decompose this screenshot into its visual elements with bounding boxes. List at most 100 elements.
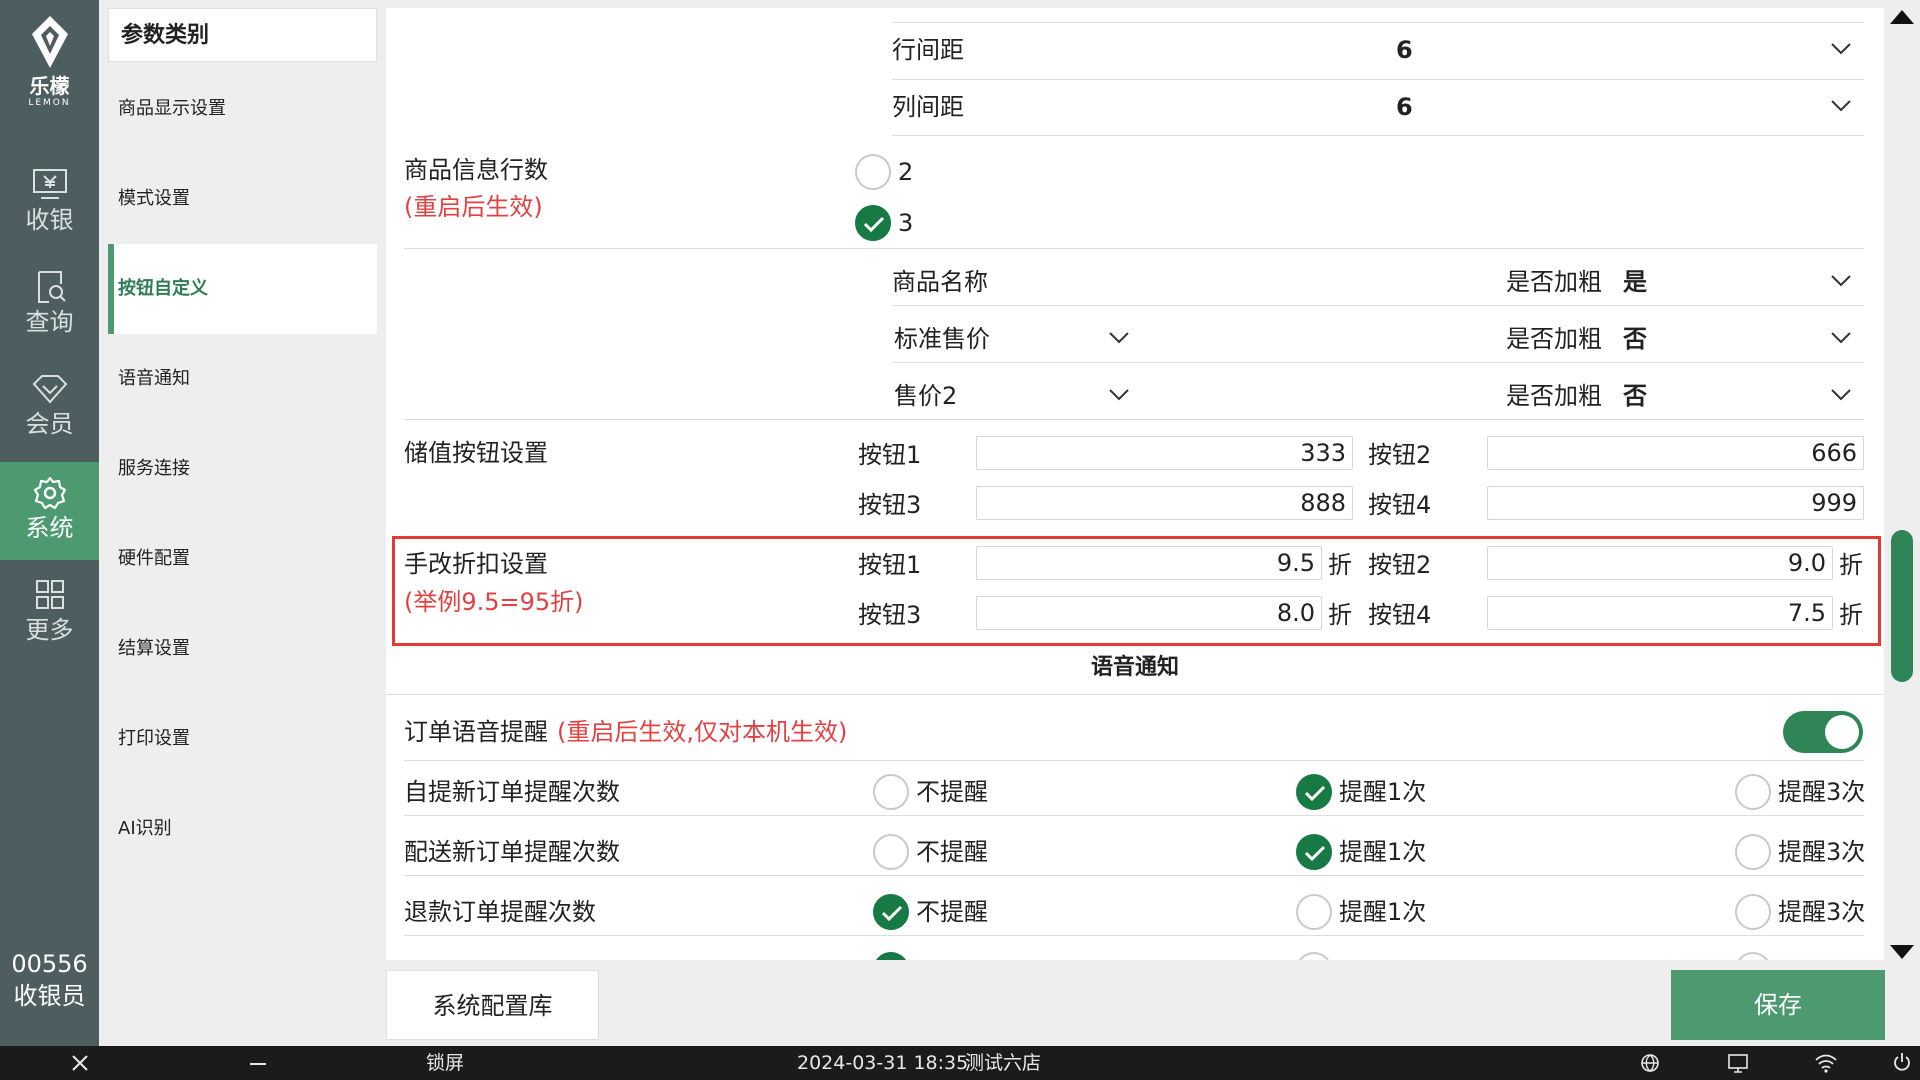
radio-remind-three[interactable] (1735, 774, 1771, 810)
field-name[interactable]: 标准售价 (894, 323, 990, 355)
radio-option-label: 2 (898, 158, 914, 186)
cashier-icon (32, 169, 67, 199)
radio-remind-once[interactable] (1296, 834, 1332, 870)
operator-id: 00556 (11, 950, 88, 978)
category-item-active[interactable]: 按钮自定义 (108, 244, 377, 334)
wifi-icon (1814, 1046, 1838, 1080)
chevron-down-icon[interactable] (1830, 99, 1852, 113)
category-item[interactable]: 服务连接 (108, 424, 377, 514)
radio-option-label: 提醒1次 (1339, 898, 1427, 926)
divider (386, 694, 1884, 695)
radio-remind-once[interactable] (1296, 894, 1332, 930)
minimize-icon[interactable] (248, 1046, 268, 1080)
discount-unit: 折 (1328, 551, 1352, 579)
radio-info-rows-2[interactable] (855, 154, 891, 190)
category-item[interactable]: 语音通知 (108, 334, 377, 424)
chevron-down-icon[interactable] (1108, 388, 1130, 402)
bold-label: 是否加粗 (1506, 325, 1602, 353)
button-label: 按钮1 (858, 441, 922, 469)
stored-value-label: 储值按钮设置 (404, 439, 548, 467)
discount-button-3-input[interactable] (976, 596, 1322, 630)
divider (892, 22, 1864, 23)
nav-item-query[interactable]: 查询 (0, 256, 99, 354)
power-icon[interactable] (1891, 1046, 1913, 1080)
bold-value[interactable]: 否 (1623, 380, 1647, 412)
radio-cutoff[interactable] (1296, 952, 1332, 960)
category-item[interactable]: 结算设置 (108, 604, 377, 694)
operator-role: 收银员 (13, 982, 86, 1010)
row-spacing-value[interactable]: 6 (1396, 34, 1413, 66)
divider (404, 935, 1864, 936)
radio-cutoff[interactable] (1735, 952, 1771, 960)
brand-logo: 乐檬 LEMON (0, 14, 99, 108)
divider (404, 419, 1864, 420)
stored-value-button-4-input[interactable] (1487, 486, 1864, 520)
globe-icon[interactable] (1640, 1046, 1660, 1080)
category-item[interactable]: 商品显示设置 (108, 64, 377, 154)
nav-item-more[interactable]: 更多 (0, 564, 99, 662)
scroll-thumb[interactable] (1891, 530, 1913, 682)
chevron-down-icon[interactable] (1830, 388, 1852, 402)
lock-screen-button[interactable]: 锁屏 (426, 1046, 464, 1080)
divider (892, 362, 1864, 363)
gear-icon (33, 476, 66, 510)
chevron-down-icon[interactable] (1830, 274, 1852, 288)
radio-remind-once[interactable] (1296, 774, 1332, 810)
discount-unit: 折 (1839, 601, 1863, 629)
radio-option-label: 提醒3次 (1778, 778, 1866, 806)
category-item[interactable]: AI识别 (108, 784, 377, 874)
col-spacing-value[interactable]: 6 (1396, 91, 1413, 123)
toggle-knob (1825, 715, 1859, 749)
nav-item-system[interactable]: 系统 (0, 462, 99, 560)
button-label: 按钮3 (858, 601, 922, 629)
discount-button-1-input[interactable] (976, 546, 1322, 580)
query-icon (37, 271, 66, 303)
reminder-row-label: 自提新订单提醒次数 (404, 778, 620, 806)
bold-value[interactable]: 否 (1623, 323, 1647, 355)
category-item[interactable]: 模式设置 (108, 154, 377, 244)
radio-info-rows-3[interactable] (855, 205, 891, 241)
operator-info: 00556 收银员 (0, 948, 99, 1012)
button-label: 按钮4 (1368, 491, 1432, 519)
radio-option-label: 提醒1次 (1339, 838, 1427, 866)
category-item[interactable]: 打印设置 (108, 694, 377, 784)
discount-button-2-input[interactable] (1487, 546, 1833, 580)
radio-remind-three[interactable] (1735, 834, 1771, 870)
bold-value[interactable]: 是 (1623, 266, 1647, 298)
radio-no-remind[interactable] (873, 774, 909, 810)
radio-cutoff[interactable] (873, 952, 909, 960)
stored-value-button-1-input[interactable] (976, 436, 1353, 470)
radio-option-label: 不提醒 (916, 838, 988, 866)
field-name[interactable]: 售价2 (894, 380, 957, 412)
section-title: 语音通知 (1090, 655, 1179, 680)
stored-value-button-2-input[interactable] (1487, 436, 1864, 470)
nav-label-member: 会员 (25, 410, 74, 438)
scroll-down-icon[interactable] (1890, 945, 1914, 959)
discount-button-4-input[interactable] (1487, 596, 1833, 630)
datetime: 2024-03-31 18:35 (797, 1052, 969, 1074)
order-voice-label: 订单语音提醒 (404, 718, 548, 746)
radio-no-remind[interactable] (873, 894, 909, 930)
radio-remind-three[interactable] (1735, 894, 1771, 930)
nav-label-query: 查询 (25, 308, 74, 336)
nav-item-cashier[interactable]: 收银 (0, 154, 99, 252)
divider (404, 875, 1864, 876)
button-label: 按钮2 (1368, 441, 1432, 469)
nav-item-member[interactable]: 会员 (0, 358, 99, 456)
radio-no-remind[interactable] (873, 834, 909, 870)
chevron-down-icon[interactable] (1830, 331, 1852, 345)
monitor-icon[interactable] (1727, 1046, 1749, 1080)
scroll-up-icon[interactable] (1890, 10, 1914, 24)
category-item[interactable]: 硬件配置 (108, 514, 377, 604)
stored-value-button-3-input[interactable] (976, 486, 1353, 520)
system-config-library-button[interactable]: 系统配置库 (386, 970, 599, 1040)
close-icon[interactable] (70, 1046, 90, 1080)
scrollbar[interactable] (1884, 8, 1920, 960)
divider (892, 79, 1864, 80)
chevron-down-icon[interactable] (1830, 42, 1852, 56)
chevron-down-icon[interactable] (1108, 331, 1130, 345)
save-button[interactable]: 保存 (1671, 970, 1885, 1040)
reminder-row-label: 退款订单提醒次数 (404, 898, 596, 926)
radio-option-label: 3 (898, 209, 914, 237)
order-voice-toggle[interactable] (1783, 711, 1863, 753)
